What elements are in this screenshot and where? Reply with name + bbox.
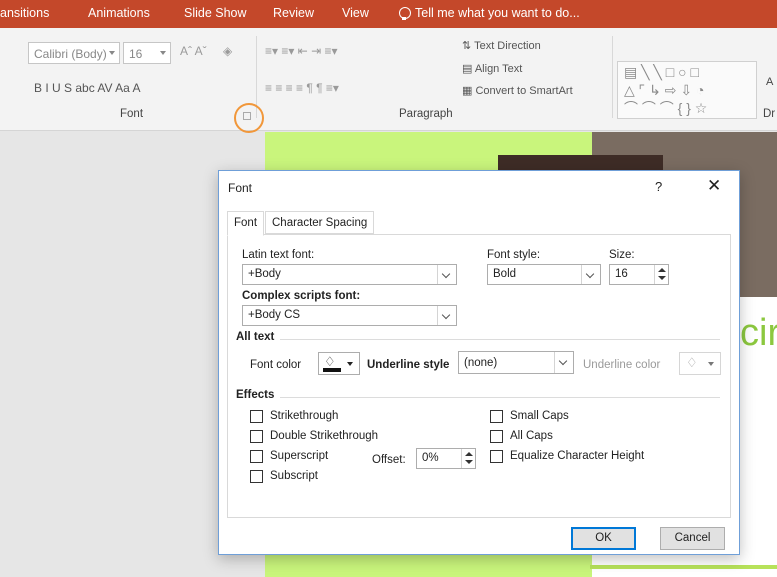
size-input[interactable]: 16 — [609, 264, 669, 285]
font-size-value: 16 — [129, 47, 143, 61]
tell-me-text: Tell me what you want to do... — [415, 6, 580, 20]
font-name-value: Calibri (Body) — [34, 47, 107, 61]
ribbon: Calibri (Body) 16 Aˆ Aˇ ◈ B I U S abc AV… — [0, 28, 777, 131]
offset-label: Offset: — [372, 454, 406, 466]
font-tab-panel: Latin text font: +Body Font style: Bold … — [227, 234, 731, 518]
tab-slide-show[interactable]: Slide Show — [184, 6, 247, 20]
dialog-title: Font — [228, 181, 253, 195]
alignment-icons[interactable]: ≡ ≡ ≡ ≡ ¶ ¶ ≡▾ — [265, 81, 339, 95]
clear-formatting-icon[interactable]: ◈ — [223, 44, 232, 58]
close-icon[interactable]: ✕ — [707, 176, 721, 196]
size-label: Size: — [609, 249, 635, 261]
subscript-checkbox[interactable] — [250, 470, 263, 483]
superscript-label: Superscript — [270, 450, 329, 462]
offset-value: 0% — [422, 452, 439, 464]
grow-shrink-font-icon[interactable]: Aˆ Aˇ — [180, 44, 207, 58]
bullets-icon[interactable]: ≡▾ ≡▾ ⇤ ⇥ ≡▾ — [265, 44, 338, 58]
chevron-down-icon — [347, 362, 353, 366]
slide-accent-line — [590, 565, 777, 569]
font-dialog: Font ? ✕ Font Character Spacing Latin te… — [218, 170, 740, 555]
section-divider — [280, 397, 720, 398]
help-button[interactable]: ? — [655, 179, 662, 194]
latin-font-label: Latin text font: — [242, 249, 315, 261]
convert-smartart-button[interactable]: ▦ Convert to SmartArt — [462, 84, 573, 97]
complex-font-value: +Body CS — [248, 309, 301, 321]
small-caps-label: Small Caps — [510, 410, 569, 422]
offset-input[interactable]: 0% — [416, 448, 476, 469]
tab-animations[interactable]: Animations — [88, 6, 150, 20]
drawing-group-label: Dr — [763, 108, 776, 120]
underline-color-button[interactable]: ♢ — [679, 352, 721, 375]
tell-me-box[interactable]: Tell me what you want to do... — [399, 6, 580, 20]
spinner-icon[interactable] — [654, 265, 668, 284]
all-text-heading: All text — [236, 331, 275, 343]
underline-style-label: Underline style — [367, 359, 450, 371]
chevron-down-icon — [581, 265, 600, 284]
underline-color-label: Underline color — [583, 359, 661, 371]
small-caps-checkbox[interactable] — [490, 410, 503, 423]
paragraph-group-label: Paragraph — [399, 108, 453, 120]
ribbon-tab-bar: ansitions Animations Slide Show Review V… — [0, 0, 777, 28]
tab-review[interactable]: Review — [273, 6, 314, 20]
shapes-gallery[interactable]: ▤ ╲ ╲ □ ○ □ △ ⌜ ↳ ⇨ ⇩ ◔ ⌒ ⌒ ⌒ { } ☆ — [617, 61, 757, 119]
font-color-label: Font color — [250, 359, 302, 371]
align-text-label: Align Text — [474, 63, 523, 75]
superscript-checkbox[interactable] — [250, 450, 263, 463]
all-caps-label: All Caps — [510, 430, 553, 442]
double-strikethrough-label: Double Strikethrough — [270, 430, 379, 442]
equalize-height-label: Equalize Character Height — [510, 450, 645, 462]
text-direction-label: Text Direction — [474, 40, 541, 52]
font-style-select[interactable]: Bold — [487, 264, 601, 285]
complex-font-label: Complex scripts font: — [242, 290, 361, 302]
strikethrough-label: Strikethrough — [270, 410, 339, 422]
align-text-icon: ▤ — [462, 63, 475, 75]
complex-font-select[interactable]: +Body CS — [242, 305, 457, 326]
paint-bucket-icon: ♢ — [686, 355, 698, 370]
chevron-down-icon — [437, 306, 456, 325]
lightbulb-icon — [399, 6, 411, 20]
text-direction-icon: ⇅ — [462, 40, 475, 52]
spinner-icon[interactable] — [461, 449, 475, 468]
convert-smartart-label: Convert to SmartArt — [475, 85, 573, 97]
font-size-box[interactable]: 16 — [123, 42, 171, 64]
chevron-down-icon — [437, 265, 456, 284]
ok-button[interactable]: OK — [571, 527, 636, 550]
chevron-down-icon — [708, 362, 714, 366]
group-divider — [612, 36, 613, 118]
text-direction-button[interactable]: ⇅ Text Direction — [462, 39, 541, 52]
chevron-down-icon — [160, 51, 166, 55]
font-color-button[interactable]: ♢ — [318, 352, 360, 375]
size-value: 16 — [615, 268, 628, 280]
arrange-cut-label: A — [766, 76, 774, 88]
font-name-box[interactable]: Calibri (Body) — [28, 42, 120, 64]
align-text-button[interactable]: ▤ Align Text — [462, 62, 522, 75]
cancel-button[interactable]: Cancel — [660, 527, 725, 550]
tab-view[interactable]: View — [342, 6, 369, 20]
slide-title-fragment[interactable]: cir — [740, 312, 777, 355]
font-style-value: Bold — [493, 268, 517, 280]
font-style-label: Font style: — [487, 249, 541, 261]
strikethrough-checkbox[interactable] — [250, 410, 263, 423]
format-buttons[interactable]: B I U S abc AV Aa A — [34, 81, 141, 95]
underline-style-select[interactable]: (none) — [458, 351, 574, 374]
latin-font-select[interactable]: +Body — [242, 264, 457, 285]
subscript-label: Subscript — [270, 470, 318, 482]
section-divider — [280, 339, 720, 340]
color-swatch — [323, 368, 341, 372]
chevron-down-icon — [554, 352, 573, 373]
double-strikethrough-checkbox[interactable] — [250, 430, 263, 443]
font-group-label: Font — [120, 108, 144, 120]
underline-style-value: (none) — [464, 357, 498, 369]
chevron-down-icon — [109, 51, 115, 55]
highlight-ring — [234, 103, 264, 133]
tab-character-spacing[interactable]: Character Spacing — [265, 211, 375, 234]
smartart-icon: ▦ — [462, 85, 476, 97]
equalize-height-checkbox[interactable] — [490, 450, 503, 463]
all-caps-checkbox[interactable] — [490, 430, 503, 443]
tab-font[interactable]: Font — [227, 211, 265, 236]
latin-font-value: +Body — [248, 268, 281, 280]
tab-transitions[interactable]: ansitions — [0, 6, 49, 20]
effects-heading: Effects — [236, 389, 275, 401]
